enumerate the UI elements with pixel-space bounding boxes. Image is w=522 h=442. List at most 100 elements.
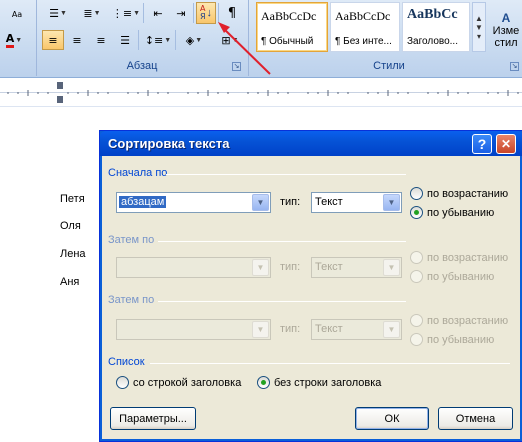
document-line[interactable]: Петя	[60, 193, 85, 205]
radio-indicator	[410, 270, 423, 283]
align-right-button[interactable]: ≡	[90, 30, 112, 50]
increase-indent-icon: ⇥	[176, 6, 186, 20]
sort-by-ascending-radio[interactable]: по возрастанию	[410, 187, 508, 200]
chevron-up-icon: ▲	[475, 13, 483, 23]
cancel-button[interactable]: Отмена	[438, 407, 513, 430]
chevron-down-icon: ▼	[383, 259, 400, 276]
font-color-button[interactable]: A ▼	[2, 30, 26, 50]
sort-by-field-select[interactable]: абзацам ▼	[116, 192, 271, 213]
shading-button[interactable]: ◈ ▼	[178, 30, 210, 50]
style-name: Заголово...	[407, 36, 458, 47]
style-no-spacing[interactable]: AaBbCcDc ¶ Без инте...	[330, 2, 400, 52]
chevron-down-icon: ▼	[59, 9, 67, 17]
radio-label: по возрастанию	[427, 187, 509, 200]
align-left-icon: ≡	[48, 33, 58, 47]
radio-label: по убыванию	[427, 206, 495, 219]
align-left-button[interactable]: ≡	[42, 30, 64, 50]
radio-label: по возрастанию	[427, 314, 509, 327]
group-separator	[248, 0, 249, 76]
styles-dialog-launcher-icon[interactable]: ↘	[510, 62, 519, 71]
sort-by-descending-radio[interactable]: по убыванию	[410, 206, 494, 219]
document-line[interactable]: Лена	[60, 248, 86, 260]
font-color-icon: A	[5, 32, 15, 48]
style-heading-1[interactable]: AaBbCc Заголово...	[402, 2, 470, 52]
ruler-ticks	[7, 82, 519, 103]
more-icon: ▾	[476, 31, 481, 41]
styles-gallery-scroll[interactable]: ▲ ▼ ▾	[472, 2, 486, 52]
sort-button[interactable]: A Я ↓	[196, 2, 216, 24]
sort-az-icon: AЯ	[199, 4, 206, 21]
then-by-1-type-select[interactable]: Текст ▼	[311, 257, 402, 278]
chevron-down-icon: ▼	[15, 36, 23, 44]
then-by-2-ascending-radio[interactable]: по возрастанию	[410, 314, 508, 327]
style-name: ¶ Без инте...	[335, 36, 392, 47]
align-center-button[interactable]: ≡	[66, 30, 88, 50]
style-name: ¶ Обычный	[261, 36, 314, 47]
close-button[interactable]: ✕	[496, 134, 516, 154]
list-without-header-radio[interactable]: без строки заголовка	[257, 376, 381, 389]
chevron-down-icon: ▼	[133, 9, 141, 17]
show-formatting-button[interactable]: ¶	[221, 3, 243, 23]
change-styles-label-2: стил	[494, 37, 518, 49]
radio-indicator	[410, 251, 423, 264]
then-by-1-field-select[interactable]: ▼	[116, 257, 271, 278]
sort-by-type-select[interactable]: Текст ▼	[311, 192, 402, 213]
decrease-indent-button[interactable]: ⇤	[147, 3, 169, 23]
line-spacing-button[interactable]: ↕≡ ▼	[142, 30, 174, 50]
chevron-down-icon: ▼	[195, 36, 203, 44]
radio-label: со строкой заголовка	[133, 376, 242, 389]
sort-by-label: Сначала по	[108, 167, 168, 179]
then-by-1-label: Затем по	[108, 234, 155, 246]
section-divider	[166, 174, 406, 175]
close-icon: ✕	[500, 137, 512, 151]
then-by-2-descending-radio[interactable]: по убыванию	[410, 333, 494, 346]
chevron-down-icon[interactable]: ▼	[252, 194, 269, 211]
sort-text-dialog: Сортировка текста ? ✕ Сначала по абзацам…	[99, 130, 522, 442]
then-by-1-descending-radio[interactable]: по убыванию	[410, 270, 494, 283]
change-styles-button[interactable]: A Изме стил	[490, 6, 522, 54]
increase-indent-button[interactable]: ⇥	[170, 3, 192, 23]
section-divider	[158, 301, 406, 302]
change-case-icon[interactable]: Aa	[6, 3, 28, 25]
paragraph-dialog-launcher-icon[interactable]: ↘	[232, 62, 241, 71]
separator	[175, 30, 176, 50]
radio-indicator	[410, 333, 423, 346]
ruler[interactable]	[0, 79, 522, 107]
radio-indicator	[410, 187, 423, 200]
chevron-down-icon: ▼	[252, 259, 269, 276]
dialog-title: Сортировка текста	[108, 136, 230, 151]
borders-icon: ⊞	[221, 33, 231, 47]
help-icon: ?	[477, 136, 487, 152]
bullets-button[interactable]: ☰ ▼	[42, 3, 74, 23]
style-normal[interactable]: AaBbCcDc ¶ Обычный	[256, 2, 328, 52]
cancel-button-label: Отмена	[455, 412, 496, 425]
left-indent-marker	[57, 96, 63, 103]
borders-button[interactable]: ⊞ ▼	[212, 30, 248, 50]
separator	[218, 3, 219, 23]
then-by-2-field-select[interactable]: ▼	[116, 319, 271, 340]
options-button[interactable]: Параметры...	[110, 407, 196, 430]
style-sample: AaBbCc	[407, 7, 458, 22]
list-with-header-radio[interactable]: со строкой заголовка	[116, 376, 241, 389]
multilevel-list-button[interactable]: ⋮≡ ▼	[110, 3, 142, 23]
numbering-button[interactable]: ≣ ▼	[76, 3, 108, 23]
sort-by-field-value: абзацам	[119, 196, 167, 208]
ok-button[interactable]: ОК	[355, 407, 429, 430]
separator	[193, 3, 194, 23]
then-by-1-ascending-radio[interactable]: по возрастанию	[410, 251, 508, 264]
dialog-titlebar[interactable]: Сортировка текста ? ✕	[100, 131, 522, 156]
radio-label: по убыванию	[427, 333, 495, 346]
then-by-2-type-select[interactable]: Текст ▼	[311, 319, 402, 340]
help-button[interactable]: ?	[472, 134, 492, 154]
chevron-down-icon[interactable]: ▼	[383, 194, 400, 211]
decrease-indent-icon: ⇤	[153, 6, 163, 20]
document-line[interactable]: Аня	[60, 276, 79, 288]
numbering-icon: ≣	[83, 6, 93, 20]
radio-indicator	[410, 206, 423, 219]
group-separator	[36, 0, 37, 76]
document-line[interactable]: Оля	[60, 220, 81, 232]
justify-button[interactable]: ☰	[114, 30, 136, 50]
chevron-down-icon: ▼	[383, 321, 400, 338]
section-divider	[158, 241, 406, 242]
chevron-down-icon: ▼	[252, 321, 269, 338]
